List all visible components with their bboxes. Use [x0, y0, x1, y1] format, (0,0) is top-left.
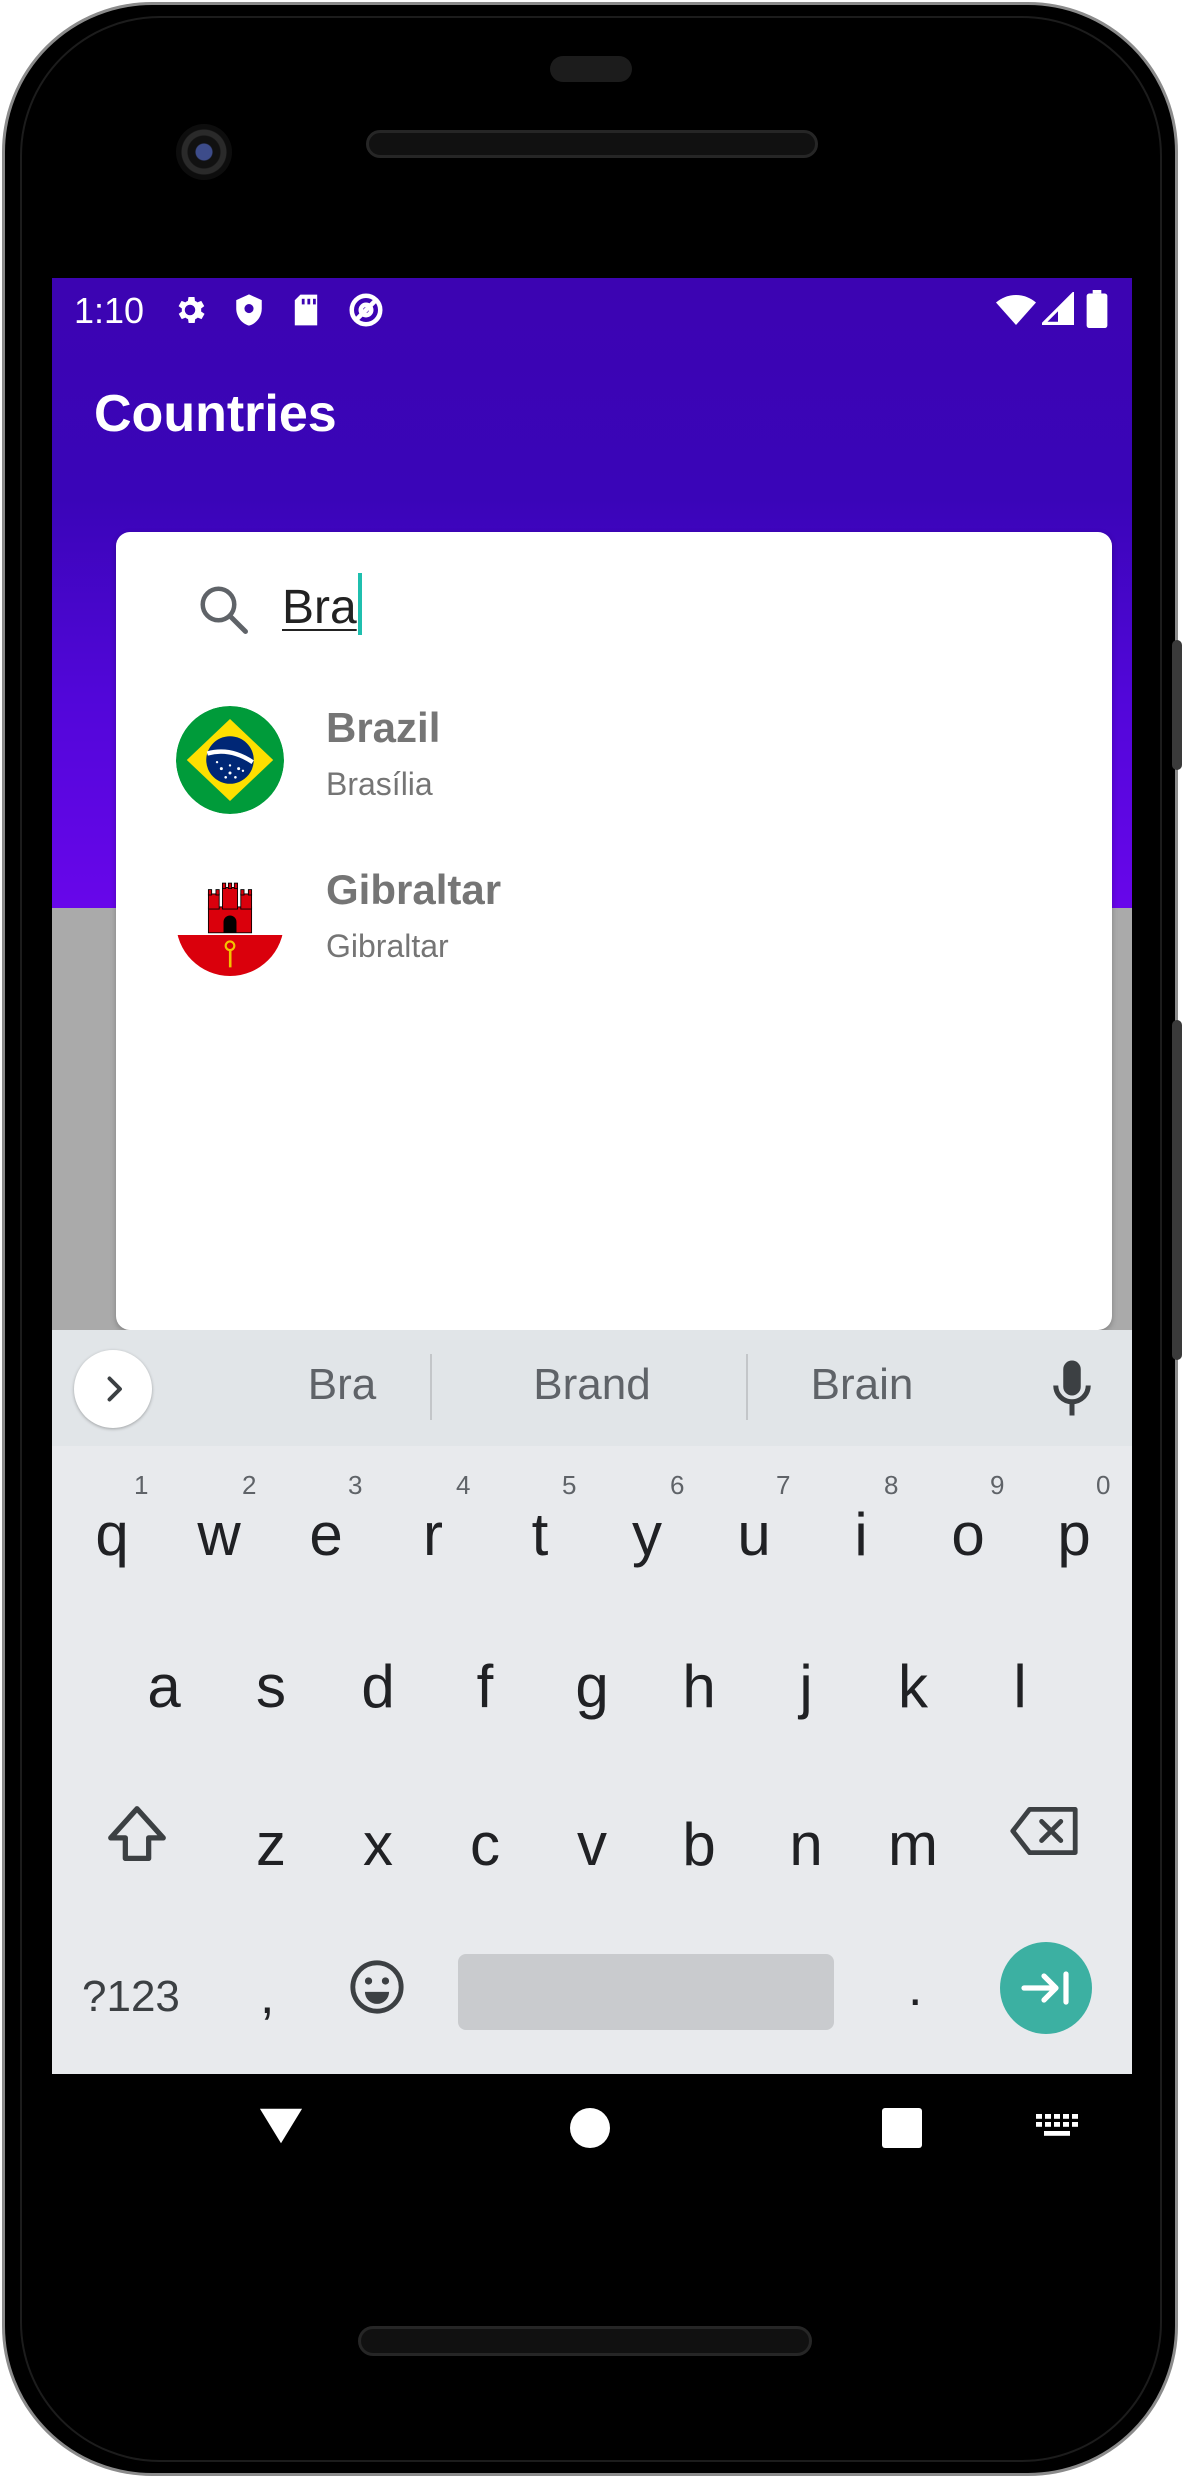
country-capital: Gibraltar	[326, 928, 449, 964]
battery-icon	[1086, 290, 1108, 328]
key-x[interactable]: x	[328, 1810, 428, 1879]
key-q[interactable]: q	[62, 1500, 162, 1569]
key-c[interactable]: c	[435, 1810, 535, 1879]
key-hint: 4	[456, 1470, 471, 1500]
tab-arrow-icon	[1021, 1971, 1069, 2005]
key-hint: 6	[670, 1470, 685, 1500]
key-b[interactable]: b	[649, 1810, 749, 1879]
search-query-text: Bra	[282, 581, 357, 634]
key-a[interactable]: a	[114, 1652, 214, 1721]
microphone-icon[interactable]	[1052, 1358, 1092, 1418]
key-t[interactable]: t	[490, 1500, 590, 1569]
key-k[interactable]: k	[863, 1652, 963, 1721]
key-o[interactable]: o	[918, 1500, 1018, 1569]
key-z[interactable]: z	[221, 1810, 321, 1879]
key-v[interactable]: v	[542, 1810, 642, 1879]
key-hint: 9	[990, 1470, 1005, 1500]
emoji-icon[interactable]	[348, 1958, 406, 2016]
key-hint: 5	[562, 1470, 577, 1500]
suggestion-strip: Bra Brand Brain	[52, 1330, 1132, 1446]
wifi-icon	[996, 295, 1036, 325]
country-name: Brazil	[326, 704, 441, 751]
key-h[interactable]: h	[649, 1652, 749, 1721]
space-bar[interactable]	[458, 1954, 834, 2030]
search-input[interactable]: Bra	[282, 570, 982, 646]
gibraltar-flag-icon	[176, 868, 284, 976]
earpiece	[550, 56, 632, 82]
key-e[interactable]: e	[276, 1500, 376, 1569]
key-y[interactable]: y	[597, 1500, 697, 1569]
text-caret	[357, 573, 362, 635]
backspace-key-icon[interactable]	[1008, 1802, 1080, 1860]
shield-icon	[236, 294, 262, 326]
suggestion-3[interactable]: Brain	[702, 1360, 1022, 1410]
key-hint: 7	[776, 1470, 791, 1500]
shift-key-icon[interactable]	[102, 1800, 172, 1870]
power-button	[1172, 1020, 1182, 1360]
home-icon[interactable]	[570, 2108, 610, 2148]
key-j[interactable]: j	[756, 1652, 856, 1721]
key-m[interactable]: m	[863, 1810, 963, 1879]
key-u[interactable]: u	[704, 1500, 804, 1569]
status-time: 1:10	[74, 290, 145, 331]
screen: 1:10 Countries Bra Brazil Brasília Gibra…	[52, 278, 1132, 2074]
key-hint: 1	[134, 1470, 149, 1500]
key-f[interactable]: f	[435, 1652, 535, 1721]
app-title: Countries	[94, 385, 337, 443]
period-key[interactable]: .	[908, 1958, 922, 2018]
comma-key[interactable]: ,	[260, 1966, 274, 2026]
volume-button	[1172, 640, 1182, 770]
country-capital: Brasília	[326, 766, 433, 802]
soft-keyboard: Bra Brand Brain q w e r t y u i o p 1 2 …	[52, 1330, 1132, 2074]
settings-icon	[178, 296, 205, 324]
keyboard-switch-icon[interactable]	[1036, 2114, 1080, 2140]
key-hint: 8	[884, 1470, 899, 1500]
country-name: Gibraltar	[326, 866, 502, 913]
list-item-gibraltar[interactable]: Gibraltar Gibraltar	[116, 846, 1112, 1006]
at-sign-icon	[349, 293, 383, 327]
sd-card-icon	[294, 294, 318, 326]
key-p[interactable]: p	[1024, 1500, 1124, 1569]
symbols-key[interactable]: ?123	[82, 1972, 180, 2022]
search-icon	[200, 586, 248, 634]
navigation-bar	[52, 2074, 1132, 2194]
key-d[interactable]: d	[328, 1652, 428, 1721]
key-s[interactable]: s	[221, 1652, 321, 1721]
key-i[interactable]: i	[811, 1500, 911, 1569]
key-g[interactable]: g	[542, 1652, 642, 1721]
key-l[interactable]: l	[970, 1652, 1070, 1721]
key-hint: 0	[1096, 1470, 1111, 1500]
search-card: Bra Brazil Brasília Gibraltar Gibraltar	[116, 532, 1112, 1330]
top-speaker-grille	[366, 130, 818, 158]
key-r[interactable]: r	[383, 1500, 483, 1569]
back-icon[interactable]	[258, 2106, 304, 2146]
chevron-right-icon	[107, 1376, 122, 1402]
recents-icon[interactable]	[882, 2108, 922, 2148]
enter-key[interactable]	[1000, 1942, 1092, 2034]
key-n[interactable]: n	[756, 1810, 856, 1879]
status-bar: 1:10	[52, 278, 1132, 344]
bottom-speaker-grille	[358, 2326, 812, 2356]
list-item-brazil[interactable]: Brazil Brasília	[116, 684, 1112, 844]
suggestion-2[interactable]: Brand	[442, 1360, 742, 1410]
key-hint: 3	[348, 1470, 363, 1500]
suggestion-divider	[430, 1354, 432, 1420]
brazil-flag-icon	[176, 706, 284, 814]
front-camera	[176, 124, 232, 180]
key-hint: 2	[242, 1470, 257, 1500]
expand-toolbar-button[interactable]	[74, 1350, 152, 1428]
signal-icon	[1042, 292, 1074, 325]
key-w[interactable]: w	[169, 1500, 269, 1569]
